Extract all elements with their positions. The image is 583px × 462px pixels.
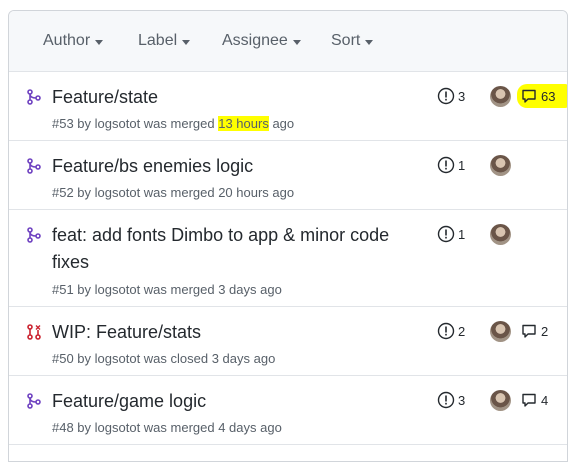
pull-request-row: Feature/bs enemies logic #52 by logsotot… [9,141,567,210]
linked-issues[interactable]: 3 [437,391,465,409]
pull-request-row: feat: add fonts Dimbo to app & minor cod… [9,210,567,307]
author-filter[interactable]: Author [43,32,104,50]
assignee-filter[interactable]: Assignee [222,32,301,50]
git-pull-request-closed-icon [27,324,41,340]
avatar[interactable] [490,321,511,342]
comments-link[interactable]: 2 [521,323,548,339]
linked-issues-count: 1 [458,157,466,173]
pull-request-row: WIP: Feature/stats #50 by logsotot was c… [9,307,567,376]
git-merge-icon [27,393,41,409]
sort-filter-label: Sort [331,32,361,49]
chevron-down-icon [182,39,191,45]
comments-count: 63 [541,88,556,104]
pull-request-meta: #53 by logsotot was merged 13 hours ago [52,116,294,131]
sort-filter[interactable]: Sort [331,32,374,50]
issue-icon [437,322,455,340]
chevron-down-icon [292,39,301,45]
meta-prefix: #53 by logsotot was merged [52,116,215,131]
comment-icon [522,324,536,338]
linked-issues[interactable]: 3 [437,87,465,105]
issue-icon [437,225,455,243]
issue-icon [437,156,455,174]
comments-link[interactable]: 63 [517,84,567,108]
pull-request-meta: #52 by logsotot was merged 20 hours ago [52,185,295,200]
linked-issues-count: 3 [458,88,466,104]
git-merge-icon [27,227,41,243]
pull-request-row: Feature/game logic #48 by logsotot was m… [9,376,567,445]
chevron-down-icon [365,39,374,45]
avatar[interactable] [490,224,511,245]
label-filter[interactable]: Label [138,32,191,50]
issue-icon [437,87,455,105]
pull-request-meta: #48 by logsotot was merged 4 days ago [52,420,282,435]
comment-icon [522,89,536,103]
meta-time-highlighted: 13 hours [218,116,269,131]
pull-request-title[interactable]: WIP: Feature/stats [52,319,422,346]
assignee-filter-label: Assignee [222,32,288,49]
chevron-down-icon [95,39,104,45]
pull-request-meta: #51 by logsotot was merged 3 days ago [52,282,282,297]
linked-issues-count: 2 [458,323,466,339]
pull-request-title[interactable]: Feature/state [52,84,422,111]
pull-request-meta: #50 by logsotot was closed 3 days ago [52,351,276,366]
linked-issues[interactable]: 1 [437,156,465,174]
linked-issues-count: 3 [458,392,466,408]
git-merge-icon [27,158,41,174]
pull-request-title[interactable]: Feature/game logic [52,388,422,415]
avatar[interactable] [490,86,511,107]
pull-request-title[interactable]: feat: add fonts Dimbo to app & minor cod… [52,222,422,276]
avatar[interactable] [490,390,511,411]
comment-icon [522,393,536,407]
comments-link[interactable]: 4 [521,392,548,408]
filter-bar: Author Label Assignee Sort [9,11,567,72]
label-filter-label: Label [138,32,178,49]
meta-suffix: ago [272,116,295,131]
author-filter-label: Author [43,32,91,49]
comments-count: 2 [541,323,549,339]
pull-request-row: Feature/state #53 by logsotot was merged… [9,72,567,141]
pull-request-list: Author Label Assignee Sort Feature/state… [8,10,568,462]
avatar[interactable] [490,155,511,176]
comments-count: 4 [541,392,549,408]
linked-issues[interactable]: 2 [437,322,465,340]
pull-request-title[interactable]: Feature/bs enemies logic [52,153,422,180]
issue-icon [437,391,455,409]
linked-issues-count: 1 [458,226,466,242]
git-merge-icon [27,89,41,105]
linked-issues[interactable]: 1 [437,225,465,243]
